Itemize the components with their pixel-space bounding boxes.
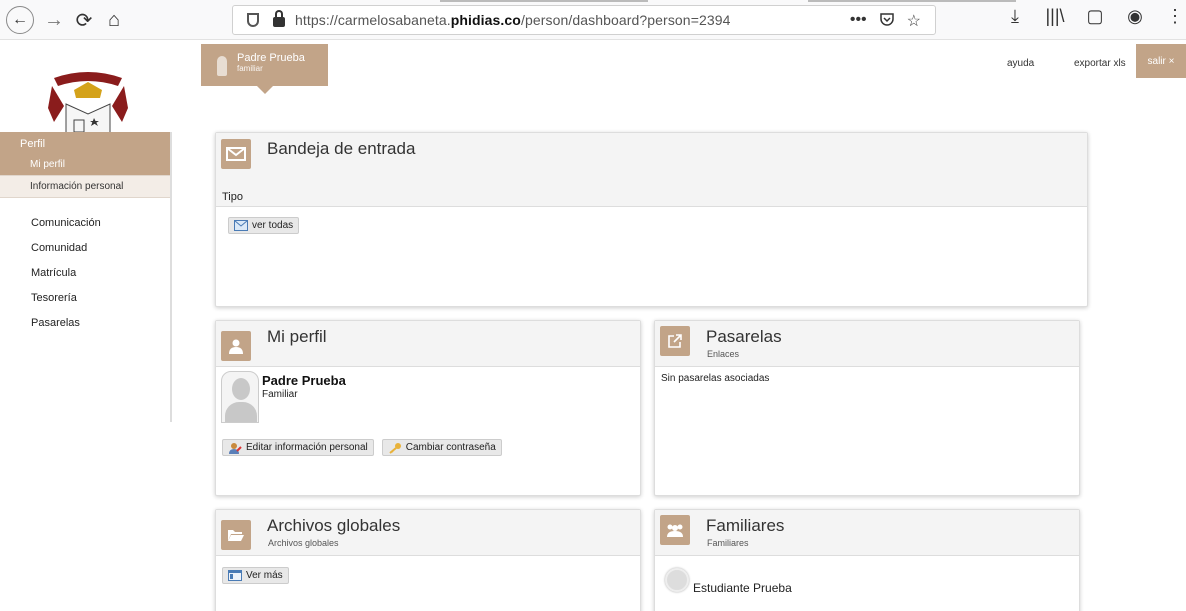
profile-photo[interactable]	[221, 371, 259, 423]
view-all-label: ver todas	[252, 220, 294, 231]
browser-toolbar: ← → ⟳ ⌂ https://carmelosabaneta.phidias.…	[0, 0, 1186, 40]
gateways-subtitle: Enlaces	[707, 349, 740, 359]
window-icon	[228, 570, 242, 581]
mail-small-icon	[234, 220, 248, 231]
edit-personal-info-button[interactable]: Editar información personal	[222, 439, 374, 456]
library-icon[interactable]: |||\	[1044, 6, 1066, 27]
download-icon[interactable]: ⤓	[1004, 6, 1026, 27]
gateways-title: Pasarelas	[706, 327, 782, 346]
user-avatar-icon	[217, 56, 227, 76]
sidebar-item-comunicacion[interactable]: Comunicación	[0, 211, 170, 236]
current-user-chip[interactable]: Padre Prueba familiar	[201, 44, 328, 94]
sidebar-section-perfil[interactable]: Perfil	[0, 132, 170, 154]
back-button[interactable]: ←	[6, 6, 34, 34]
sidebar-item-tesoreria[interactable]: Tesorería	[0, 286, 170, 311]
logout-button[interactable]: salir ×	[1136, 44, 1186, 78]
address-bar[interactable]: https://carmelosabaneta.phidias.co/perso…	[232, 5, 936, 35]
change-password-button[interactable]: Cambiar contraseña	[381, 439, 502, 456]
key-icon	[388, 442, 402, 454]
reload-button[interactable]: ⟳	[72, 6, 96, 34]
gateways-panel: Pasarelas Enlaces Sin pasarelas asociada…	[654, 320, 1080, 496]
edit-personal-info-label: Editar información personal	[246, 442, 368, 453]
inbox-type-filter[interactable]: Tipo	[222, 191, 243, 203]
school-crest-logo[interactable]	[44, 68, 132, 138]
pocket-icon[interactable]	[879, 11, 895, 32]
group-icon	[660, 515, 690, 545]
global-files-title: Archivos globales	[267, 516, 401, 535]
url-text: https://carmelosabaneta.phidias.co/perso…	[295, 12, 731, 28]
view-more-button[interactable]: Ver más	[222, 567, 289, 584]
sidebar-item-informacion-personal[interactable]: Información personal	[0, 176, 170, 198]
folder-open-icon	[221, 520, 251, 550]
sidebar: Perfil Mi perfil Información personal Co…	[0, 132, 172, 422]
sidebar-item-pasarelas[interactable]: Pasarelas	[0, 311, 170, 336]
star-icon[interactable]: ☆	[907, 11, 921, 32]
view-more-label: Ver más	[246, 570, 283, 581]
inbox-title: Bandeja de entrada	[267, 139, 416, 158]
sidebar-item-mi-perfil[interactable]: Mi perfil	[0, 154, 170, 176]
global-files-subtitle: Archivos globales	[268, 538, 339, 548]
envelope-icon	[221, 139, 251, 169]
user-name: Padre Prueba	[237, 52, 305, 64]
family-title: Familiares	[706, 516, 785, 535]
view-all-button[interactable]: ver todas	[228, 217, 300, 234]
sidebar-toggle-icon[interactable]: ▢	[1084, 6, 1106, 27]
sidebar-item-matricula[interactable]: Matrícula	[0, 261, 170, 286]
profile-title: Mi perfil	[267, 327, 327, 346]
external-link-icon	[660, 326, 690, 356]
account-icon[interactable]: ◉	[1124, 6, 1146, 27]
family-panel: Familiares Familiares Estudiante Prueba	[654, 509, 1080, 611]
home-button[interactable]: ⌂	[102, 6, 126, 34]
tracking-shield-icon	[247, 13, 259, 27]
edit-user-icon	[228, 442, 242, 454]
tab-indicator	[440, 0, 648, 2]
page-actions-icon[interactable]: •••	[850, 11, 867, 32]
chip-arrow-icon	[257, 86, 273, 94]
sidebar-item-comunidad[interactable]: Comunidad	[0, 236, 170, 261]
inbox-panel: Bandeja de entrada Tipo ver todas	[215, 132, 1088, 307]
menu-icon[interactable]: ⋮	[1164, 6, 1186, 27]
family-member-name[interactable]: Estudiante Prueba	[693, 581, 792, 595]
user-icon	[221, 331, 251, 361]
forward-button[interactable]: →	[42, 6, 66, 34]
user-role: familiar	[237, 64, 263, 73]
profile-role: Familiar	[262, 389, 298, 400]
export-xls-link[interactable]: exportar xls	[1074, 58, 1126, 69]
lock-icon	[273, 10, 285, 27]
family-subtitle: Familiares	[707, 538, 749, 548]
family-member-avatar[interactable]	[665, 568, 689, 592]
profile-panel: Mi perfil Padre Prueba Familiar Editar i…	[215, 320, 641, 496]
global-files-panel: Archivos globales Archivos globales Ver …	[215, 509, 641, 611]
tab-indicator	[808, 0, 1016, 2]
change-password-label: Cambiar contraseña	[405, 442, 496, 453]
profile-name: Padre Prueba	[262, 373, 346, 388]
gateways-empty-message: Sin pasarelas asociadas	[661, 373, 770, 384]
help-link[interactable]: ayuda	[1007, 58, 1034, 69]
